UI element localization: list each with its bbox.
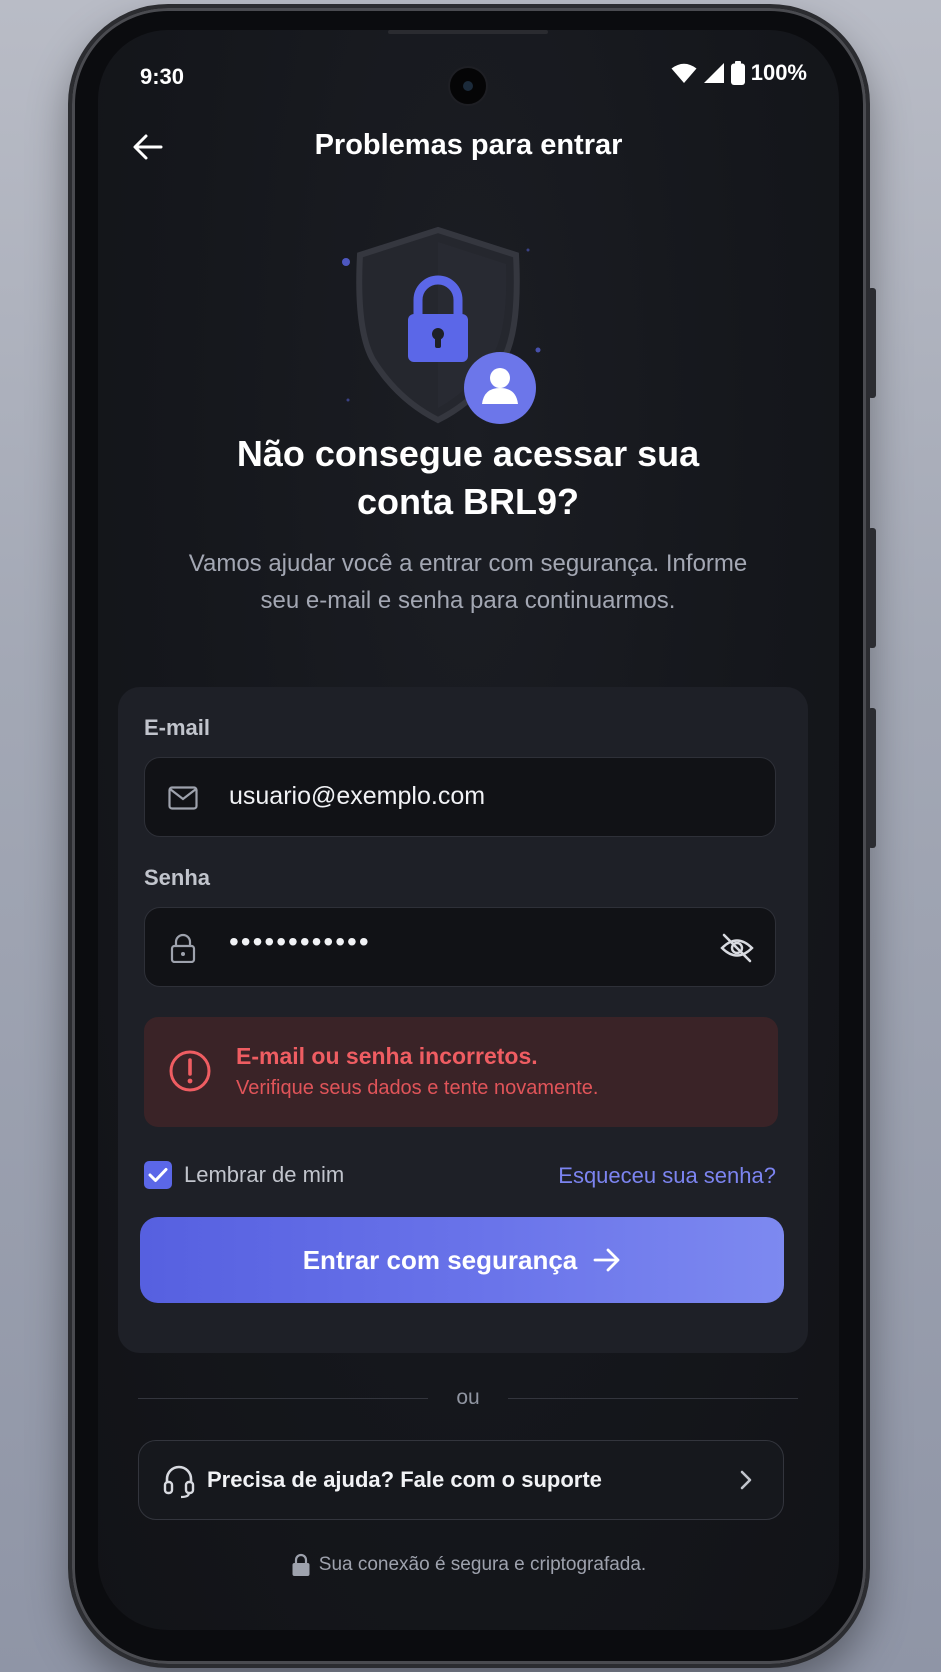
mail-icon [167, 782, 199, 814]
login-button[interactable]: Entrar com segurança [140, 1217, 784, 1303]
app-screen: 9:30 100% Problemas para entrar Não cons… [98, 30, 839, 1630]
email-label: E-mail [144, 715, 211, 740]
or-divider: ou [138, 1384, 798, 1414]
battery-icon [730, 61, 745, 85]
top-app-bar: Problemas para entrar [98, 125, 839, 185]
page-title: Problemas para entrar [314, 129, 623, 161]
headset-icon [163, 1465, 195, 1499]
subtitle: Vamos ajudar você a entrar com segurança… [148, 545, 788, 619]
subtitle-line2: seu e-mail e senha para continuarmos. [260, 587, 676, 614]
secure-text: Sua conexão é segura e criptografada. [318, 1554, 647, 1575]
subtitle-line1: Vamos ajudar você a entrar com segurança… [188, 550, 748, 577]
signal-icon [703, 63, 724, 83]
status-icons: 100% [671, 60, 807, 86]
hero-illustration [328, 210, 568, 440]
remember-me-toggle[interactable]: Lembrar de mim [144, 1161, 344, 1189]
status-time: 9:30 [140, 64, 185, 89]
side-button [868, 528, 876, 648]
headline: Não consegue acessar sua conta BRL9? [158, 430, 778, 526]
login-button-label: Entrar com segurança [302, 1244, 578, 1275]
error-alert: E-mail ou senha incorretos. Verifique se… [144, 1017, 778, 1127]
error-detail: Verifique seus dados e tente novamente. [236, 1077, 599, 1099]
check-icon [148, 1168, 168, 1182]
headline-line2: conta BRL9? [356, 481, 579, 522]
front-camera [448, 66, 488, 106]
status-bar: 9:30 100% [98, 50, 839, 106]
forgot-password-link[interactable]: Esqueceu sua senha? [558, 1163, 776, 1189]
speaker-grille [388, 30, 548, 34]
lock-icon [292, 1553, 310, 1576]
battery-percent: 100% [750, 60, 807, 85]
error-title: E-mail ou senha incorretos. [236, 1043, 538, 1069]
password-value[interactable]: •••••••••••• [229, 926, 371, 958]
email-value[interactable]: usuario@exemplo.com [229, 782, 485, 811]
chevron-right-icon [740, 1470, 752, 1490]
remember-label: Lembrar de mim [184, 1162, 345, 1187]
login-card: E-mail usuario@exemplo.com Senha •••••••… [118, 687, 808, 1353]
alert-circle-icon [169, 1050, 211, 1092]
password-field[interactable]: •••••••••••• [144, 907, 776, 987]
remember-checkbox[interactable] [144, 1161, 172, 1189]
headline-line1: Não consegue acessar sua [236, 433, 700, 474]
eye-off-icon[interactable] [719, 930, 755, 966]
side-button [868, 708, 876, 848]
side-button [868, 288, 876, 398]
secure-connection-note: Sua conexão é segura e criptografada. [98, 1553, 839, 1577]
email-field[interactable]: usuario@exemplo.com [144, 757, 776, 837]
support-button[interactable]: Precisa de ajuda? Fale com o suporte [138, 1440, 784, 1520]
arrow-right-icon [593, 1248, 620, 1272]
support-label: Precisa de ajuda? Fale com o suporte [207, 1467, 602, 1492]
lock-icon [167, 932, 199, 964]
password-label: Senha [144, 865, 211, 890]
divider-line [508, 1398, 798, 1399]
shield-lock-user-icon [342, 226, 541, 424]
wifi-icon [671, 63, 697, 83]
